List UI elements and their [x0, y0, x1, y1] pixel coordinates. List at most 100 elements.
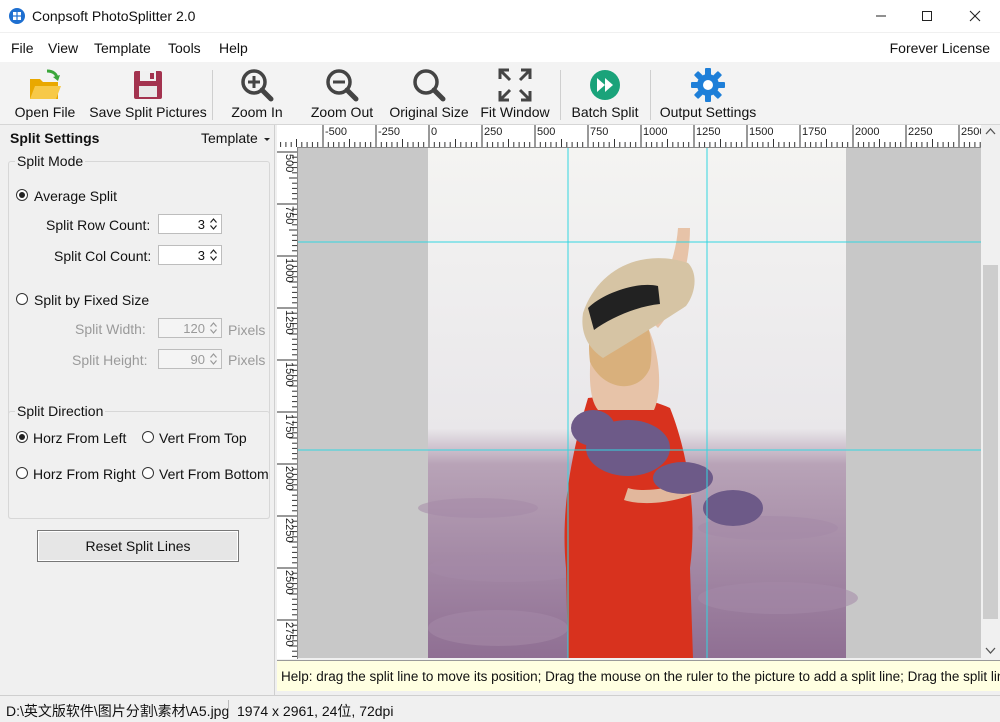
panel-header: Split Settings Template [0, 125, 274, 149]
ruler-label: -250 [378, 126, 400, 138]
ruler-label: 750 [283, 206, 295, 224]
menu-view[interactable]: View [48, 40, 78, 56]
scrollbar-thumb[interactable] [983, 265, 998, 619]
spin-arrows-icon [210, 218, 217, 230]
col-count-label: Split Col Count: [54, 248, 152, 264]
spin-arrows-icon [210, 322, 217, 334]
batch-split-label: Batch Split [571, 104, 639, 120]
row-count-label: Split Row Count: [46, 217, 151, 233]
open-file-button[interactable]: Open File [10, 62, 80, 122]
close-button[interactable] [952, 0, 998, 32]
scroll-down-icon[interactable] [981, 643, 1000, 657]
vert-from-bottom-radio[interactable] [142, 467, 154, 479]
average-split-radio[interactable] [16, 189, 28, 201]
save-disk-icon [134, 71, 162, 99]
row-count-stepper[interactable]: 3 [158, 214, 222, 234]
ruler-top[interactable]: -500 -250 0 250 500 750 1000 1250 1500 1750 2000 22… [277, 125, 981, 148]
ruler-label: 2500 [283, 570, 295, 594]
ruler-label: 1750 [802, 126, 826, 138]
fit-window-button[interactable]: Fit Window [478, 62, 552, 122]
horz-from-left-label[interactable]: Horz From Left [33, 430, 126, 446]
maximize-icon [922, 11, 932, 21]
fixed-size-label[interactable]: Split by Fixed Size [34, 292, 149, 308]
vert-from-top-radio[interactable] [142, 431, 154, 443]
help-bar: Help: drag the split line to move its po… [277, 660, 1000, 691]
ruler-top-ticks: -500 -250 0 250 500 750 1000 1250 1500 1750 2000 22… [280, 125, 981, 147]
split-height-stepper[interactable]: 90 [158, 349, 222, 369]
menu-template[interactable]: Template [94, 40, 151, 56]
reset-split-lines-button[interactable]: Reset Split Lines [37, 530, 239, 562]
toolbar-separator [560, 70, 561, 120]
fit-window-label: Fit Window [480, 104, 550, 120]
ruler-label: 1750 [283, 414, 295, 438]
status-image-info: 1974 x 2961, 24位, 72dpi [237, 703, 394, 719]
ruler-label: 2750 [283, 622, 295, 646]
gear-icon [691, 68, 725, 102]
vert-from-top-label[interactable]: Vert From Top [159, 430, 247, 446]
average-split-label[interactable]: Average Split [34, 188, 117, 204]
original-size-label: Original Size [389, 104, 469, 120]
ruler-label: 2000 [855, 126, 879, 138]
fixed-size-radio[interactable] [16, 293, 28, 305]
save-split-label: Save Split Pictures [89, 104, 207, 120]
status-file-path: D:\英文版软件\图片分割\素材\A5.jpg [6, 703, 230, 719]
ruler-label: -500 [325, 126, 347, 138]
vertical-scrollbar[interactable] [981, 125, 1000, 659]
split-settings-panel: Split Settings Template Split Mode Avera… [0, 125, 275, 695]
template-dropdown-label: Template [201, 130, 258, 146]
menu-help[interactable]: Help [219, 40, 248, 56]
ruler-left[interactable]: 500 750 1000 1250 1500 1750 2000 2250 2500 2750 [277, 147, 298, 659]
split-width-stepper[interactable]: 120 [158, 318, 222, 338]
caret-down-icon [263, 138, 270, 141]
save-split-pictures-button[interactable]: Save Split Pictures [88, 62, 208, 122]
ruler-label: 500 [537, 126, 555, 138]
menu-bar: File View Template Tools Help Forever Li… [0, 33, 1000, 62]
template-dropdown[interactable]: Template [201, 130, 271, 146]
folder-open-icon [30, 69, 61, 99]
spin-arrows-icon [210, 353, 217, 365]
ruler-label: 1250 [696, 126, 720, 138]
help-text: Help: drag the split line to move its po… [281, 669, 1000, 684]
output-settings-button[interactable]: Output Settings [656, 62, 760, 122]
split-width-label: Split Width: [75, 321, 146, 337]
ruler-label: 1250 [283, 310, 295, 334]
license-label: Forever License [889, 40, 990, 56]
scroll-up-icon[interactable] [981, 125, 1000, 139]
batch-split-button[interactable]: Batch Split [569, 62, 641, 122]
maximize-button[interactable] [904, 0, 950, 32]
open-file-label: Open File [14, 104, 76, 120]
split-height-unit: Pixels [228, 352, 266, 368]
ruler-label: 750 [590, 126, 608, 138]
menu-tools[interactable]: Tools [168, 40, 201, 56]
zoom-in-button[interactable]: Zoom In [222, 62, 292, 122]
minimize-icon [876, 15, 886, 17]
zoom-in-label: Zoom In [231, 104, 283, 120]
image-canvas[interactable] [298, 148, 981, 658]
horz-from-left-radio[interactable] [16, 431, 28, 443]
vert-from-bottom-label[interactable]: Vert From Bottom [159, 466, 269, 482]
status-separator [228, 700, 229, 718]
horz-from-right-radio[interactable] [16, 467, 28, 479]
status-bar: D:\英文版软件\图片分割\素材\A5.jpg 1974 x 2961, 24位… [0, 695, 1000, 722]
ruler-label: 1500 [283, 362, 295, 386]
ruler-label: 1000 [643, 126, 667, 138]
row-count-value: 3 [197, 217, 205, 232]
close-icon [969, 10, 981, 22]
zoom-out-label: Zoom Out [310, 104, 374, 120]
col-count-stepper[interactable]: 3 [158, 245, 222, 265]
toolbar-separator [212, 70, 213, 120]
split-lines-overlay[interactable] [298, 148, 981, 658]
window-title: Conpsoft PhotoSplitter 2.0 [32, 8, 196, 24]
horz-from-right-label[interactable]: Horz From Right [33, 466, 136, 482]
zoom-out-icon [326, 69, 359, 102]
split-direction-group: Split Direction [8, 403, 270, 519]
magnifier-icon [413, 69, 446, 102]
minimize-button[interactable] [858, 0, 904, 32]
split-mode-title: Split Mode [15, 153, 86, 169]
ruler-label: 500 [283, 154, 295, 172]
spin-arrows-icon [210, 249, 217, 261]
zoom-out-button[interactable]: Zoom Out [306, 62, 378, 122]
original-size-button[interactable]: Original Size [388, 62, 470, 122]
ruler-label: 2500 [961, 126, 981, 138]
menu-file[interactable]: File [11, 40, 34, 56]
